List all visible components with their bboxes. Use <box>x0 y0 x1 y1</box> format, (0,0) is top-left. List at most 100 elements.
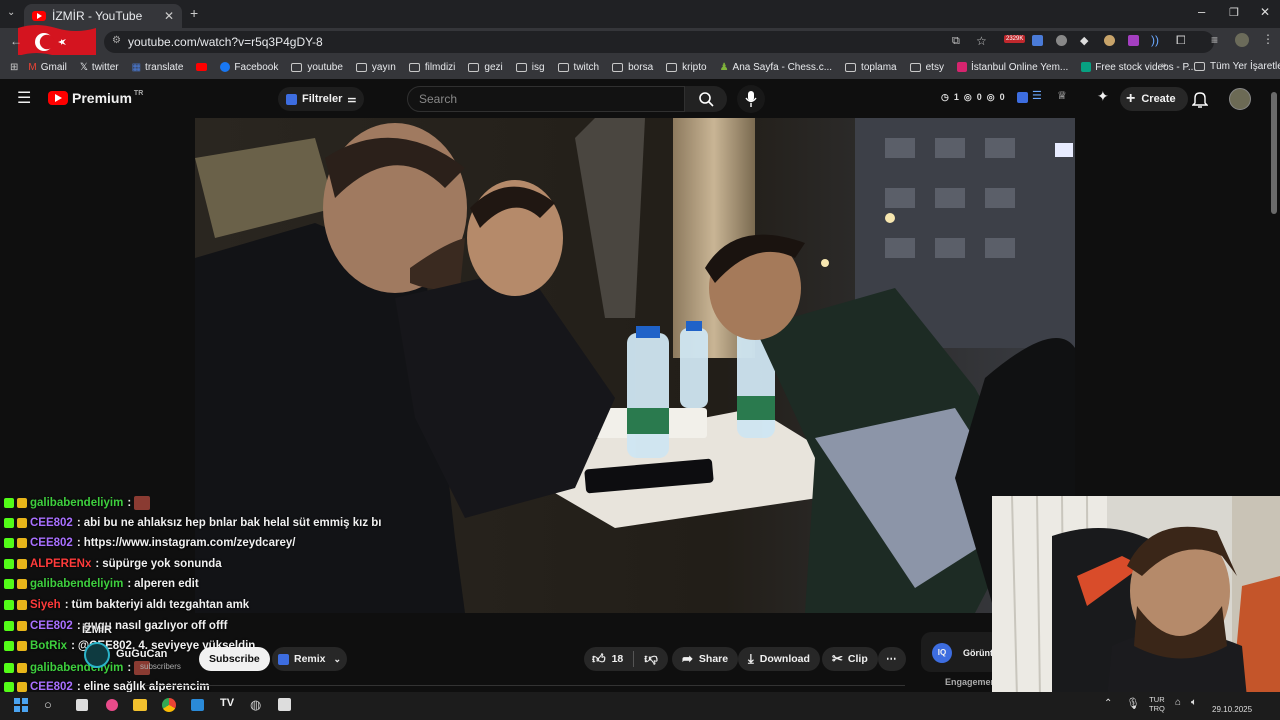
chat-username[interactable]: CEE802 <box>30 517 73 529</box>
chat-username[interactable]: galibabendeliyim <box>30 578 123 590</box>
notifications-bell-icon[interactable] <box>1192 90 1208 108</box>
all-bookmarks[interactable]: Tüm Yer İşaretleri <box>1194 61 1280 72</box>
profile-avatar[interactable] <box>1235 33 1249 47</box>
page-scrollbar[interactable] <box>1271 92 1277 214</box>
new-tab-icon[interactable]: + <box>190 5 198 21</box>
file-explorer-icon[interactable] <box>133 699 147 711</box>
list-extension-icon[interactable]: ☰ <box>1032 89 1042 102</box>
subscriber-badge-icon <box>17 538 27 549</box>
site-info-icon[interactable]: ⚙ <box>112 35 121 46</box>
bookmark-folder-borsa[interactable]: borsa <box>612 62 653 73</box>
iq-icon <box>286 93 297 105</box>
youtube-logo[interactable]: Premium TR <box>48 90 143 106</box>
bookmark-pexels[interactable]: Free stock videos - P... <box>1081 62 1196 73</box>
chat-username[interactable]: CEE802 <box>30 537 73 549</box>
app-circle-icon[interactable]: ◍ <box>250 697 261 713</box>
bookmark-chess[interactable]: ♟ Ana Sayfa - Chess.c... <box>720 62 832 73</box>
remix-button[interactable]: Remix ⌄ <box>272 647 348 671</box>
chat-username[interactable]: galibabendeliyim <box>30 662 123 674</box>
browser-menu-icon[interactable]: ⋮ <box>1262 32 1274 46</box>
filters-button[interactable]: Filtreler ⚌ <box>278 87 365 111</box>
chat-username[interactable]: CEE802 <box>30 620 73 632</box>
close-tab-icon[interactable]: ✕ <box>164 9 174 23</box>
channel-name[interactable]: GuGuCan <box>116 648 167 660</box>
tab-search-icon[interactable]: ⌄ <box>7 7 15 18</box>
install-app-icon[interactable]: ⧉ <box>952 35 960 48</box>
channel-avatar[interactable] <box>84 642 110 668</box>
back-icon[interactable]: ← <box>10 34 22 48</box>
volume-icon[interactable]: 🔈︎ <box>1191 697 1197 708</box>
search-taskbar-icon[interactable]: ○ <box>44 697 52 712</box>
create-button[interactable]: + Create <box>1120 87 1188 111</box>
subscribe-button[interactable]: Subscribe <box>199 647 270 671</box>
bookmark-folder-etsy[interactable]: etsy <box>909 62 944 73</box>
audio-extension-icon[interactable]: )) <box>1151 33 1159 47</box>
bookmark-twitter[interactable]: 𝕏twitter <box>80 62 119 73</box>
thumbs-down-icon[interactable]: 👍︎ <box>644 651 658 667</box>
translate-extension-icon[interactable] <box>1032 35 1043 46</box>
trophy-icon[interactable]: ♕ <box>1057 89 1067 102</box>
taskbar-date[interactable]: 29.10.2025 <box>1212 705 1252 714</box>
voice-search-button[interactable] <box>737 85 765 113</box>
url-field[interactable]: ⚙ youtube.com/watch?v=r5q3P4gDY-8 ⧉ ☆ <box>104 31 1214 53</box>
chat-username[interactable]: galibabendeliyim <box>30 497 123 509</box>
chat-username[interactable]: BotRix <box>30 640 67 652</box>
task-view-icon[interactable] <box>76 699 88 711</box>
apps-grid-icon[interactable]: ⊞ <box>10 62 18 73</box>
search-input[interactable]: Search <box>407 86 685 112</box>
share-button[interactable]: ➦ Share <box>672 647 739 671</box>
chat-username[interactable]: Siyeh <box>30 599 61 611</box>
bookmark-folder-yayin[interactable]: yayın <box>355 62 396 73</box>
more-bookmarks-icon[interactable]: » <box>1161 60 1167 71</box>
network-icon[interactable]: ⌂ <box>1175 697 1181 708</box>
app-document-icon[interactable] <box>278 698 291 711</box>
chrome-icon[interactable] <box>162 698 176 712</box>
bookmark-yemeksepeti[interactable]: İstanbul Online Yem... <box>956 62 1068 73</box>
close-window-icon[interactable]: ✕ <box>1260 5 1270 19</box>
bookmark-folder-kripto[interactable]: kripto <box>666 62 707 73</box>
app-icon[interactable] <box>106 699 118 711</box>
bookmark-gmail[interactable]: M Gmail <box>28 62 66 73</box>
download-button[interactable]: ⤓ Download <box>738 647 820 671</box>
bookmark-folder-gezi[interactable]: gezi <box>468 62 503 73</box>
restore-icon[interactable]: ❐ <box>1229 6 1239 19</box>
app-blue-icon[interactable] <box>191 699 204 711</box>
extension-badge[interactable]: 2329K <box>1004 35 1026 43</box>
diamond-extension-icon[interactable]: ◆ <box>1080 34 1088 47</box>
bookmark-folder-toplama[interactable]: toplama <box>845 62 897 73</box>
tray-chevron-icon[interactable]: ⌃ <box>1104 698 1112 709</box>
extension-icon[interactable] <box>1056 35 1067 46</box>
thumbs-up-icon[interactable]: 👍︎ <box>592 651 606 667</box>
search-button[interactable] <box>685 86 727 112</box>
twitch-extension-icon[interactable] <box>1128 35 1139 46</box>
folder-icon <box>468 62 480 72</box>
minimize-icon[interactable]: – <box>1198 4 1205 19</box>
microphone-tray-icon[interactable]: 🎙︎ <box>1126 697 1140 710</box>
account-avatar[interactable] <box>1229 88 1251 110</box>
folder-icon <box>1194 62 1205 71</box>
bookmark-folder-youtube[interactable]: youtube <box>291 62 343 73</box>
bookmark-youtube-icon[interactable] <box>196 63 208 71</box>
video-player[interactable] <box>195 118 1075 613</box>
reading-list-icon[interactable]: ≡ <box>1211 33 1218 47</box>
bookmark-folder-twitch[interactable]: twitch <box>557 62 599 73</box>
iq-icon <box>278 653 289 665</box>
menu-hamburger-icon[interactable]: ☰ <box>17 88 31 108</box>
start-windows-icon[interactable] <box>14 698 28 712</box>
chat-username[interactable]: ALPERENx <box>30 558 91 570</box>
extensions-puzzle-icon[interactable]: ⧠ <box>1176 33 1186 48</box>
gift-icon[interactable]: ✦ <box>1097 88 1109 105</box>
bookmark-translate[interactable]: ▦ translate <box>132 62 184 73</box>
bookmark-folder-isg[interactable]: isg <box>515 62 545 73</box>
iq-extension-icon[interactable] <box>1017 92 1028 103</box>
bookmark-facebook[interactable]: Facebook <box>220 62 278 73</box>
extension-icon-2[interactable] <box>1104 35 1115 46</box>
tradingview-icon[interactable]: TV <box>220 697 234 709</box>
more-actions-icon[interactable]: ⋯ <box>878 647 906 671</box>
bookmark-star-icon[interactable]: ☆ <box>976 34 987 48</box>
side-panel-card[interactable]: IQ Görüntü <box>921 632 1001 672</box>
region-code: TR <box>133 89 144 97</box>
clip-button[interactable]: ✂ Clip <box>822 647 878 671</box>
keyboard-language[interactable]: TUR TRQ <box>1149 695 1165 713</box>
bookmark-folder-filmdizi[interactable]: filmdizi <box>408 62 455 73</box>
